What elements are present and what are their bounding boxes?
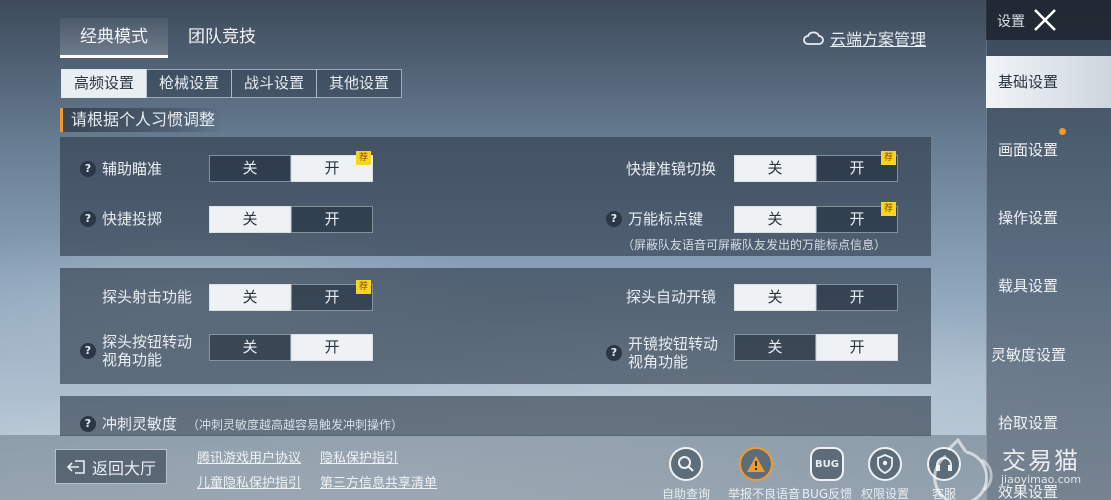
setting-peek-fire: ? 探头射击功能 — [80, 288, 192, 306]
quick-throw-toggle: 关 开 — [209, 206, 373, 233]
help-icon[interactable]: ? — [80, 211, 96, 227]
help-icon[interactable]: ? — [80, 343, 96, 359]
toggle-on[interactable]: 开 — [291, 334, 373, 361]
recommend-badge: 荐 — [881, 151, 896, 165]
toggle-on[interactable]: 开 — [291, 206, 373, 233]
setting-quick-throw: ? 快捷投掷 — [80, 210, 162, 228]
back-to-lobby-label: 返回大厅 — [91, 458, 156, 478]
search-icon — [669, 447, 703, 481]
scope-switch-toggle: 关 开荐 — [734, 151, 898, 182]
cloud-scheme-button[interactable]: 云端方案管理 — [802, 26, 926, 50]
scope-button-rotate-toggle: 关 开 — [734, 334, 898, 361]
toggle-on-label: 开 — [324, 288, 340, 306]
setting-label: 探头射击功能 — [102, 288, 193, 306]
notification-dot — [1059, 128, 1066, 135]
help-icon[interactable]: ? — [606, 345, 622, 361]
toggle-on[interactable]: 开荐 — [816, 202, 898, 233]
marker-key-toggle: 关 开荐 — [734, 202, 898, 233]
marker-key-note: （屏蔽队友语音可屏蔽队友发出的万能标点信息） — [622, 238, 887, 252]
sidebar-item-controls[interactable]: 操作设置 — [986, 192, 1111, 244]
toggle-on[interactable]: 开 — [816, 334, 898, 361]
link-child-privacy[interactable]: 儿童隐私保护指引 — [197, 472, 301, 491]
toggle-on[interactable]: 开 — [816, 284, 898, 311]
tab-combat[interactable]: 战斗设置 — [231, 69, 317, 98]
toggle-off[interactable]: 关 — [734, 206, 816, 233]
tab-team-deathmatch[interactable]: 团队竞技 — [168, 18, 276, 58]
bug-feedback-label: BUG反馈 — [801, 487, 853, 500]
setting-peek-auto-scope: 探头自动开镜 — [626, 288, 716, 306]
bug-feedback-button[interactable]: BUG BUG反馈 — [799, 447, 855, 500]
sidebar-item-sensitivity[interactable]: 灵敏度设置 — [986, 329, 1111, 381]
toggle-on[interactable]: 开荐 — [816, 151, 898, 182]
setting-marker-key: ? 万能标点键 — [606, 210, 703, 228]
tab-classic-mode[interactable]: 经典模式 — [60, 18, 168, 58]
toggle-off[interactable]: 关 — [209, 155, 291, 182]
toggle-off[interactable]: 关 — [209, 206, 291, 233]
section-hint: 请根据个人习惯调整 — [60, 108, 224, 132]
setting-label: 探头按钮转动 视角功能 — [102, 333, 193, 369]
setting-label: 冲刺灵敏度 — [102, 415, 178, 433]
exit-icon — [66, 459, 85, 474]
setting-scope-button-rotate: ? 开镜按钮转动 视角功能 — [606, 335, 718, 371]
toggle-on[interactable]: 开荐 — [291, 151, 373, 182]
permission-settings-button[interactable]: 权限设置 — [857, 447, 913, 500]
tab-high-frequency[interactable]: 高频设置 — [61, 69, 147, 98]
toggle-on-label: 开 — [324, 159, 340, 177]
peek-auto-scope-toggle: 关 开 — [734, 284, 898, 311]
recommend-badge: 荐 — [356, 280, 371, 294]
peek-button-rotate-toggle: 关 开 — [209, 334, 373, 361]
setting-label: 快捷投掷 — [102, 210, 163, 228]
tab-other[interactable]: 其他设置 — [316, 69, 402, 98]
tab-weapon[interactable]: 枪械设置 — [146, 69, 232, 98]
help-icon[interactable]: ? — [80, 416, 96, 432]
toggle-off[interactable]: 关 — [209, 284, 291, 311]
permission-settings-label: 权限设置 — [860, 487, 909, 500]
help-icon[interactable]: ? — [606, 211, 622, 227]
help-icon[interactable]: ? — [80, 161, 96, 177]
mode-tabs: 经典模式 团队竞技 — [60, 18, 276, 58]
link-user-agreement[interactable]: 腾讯游戏用户协议 — [197, 447, 301, 466]
close-icon[interactable] — [1032, 8, 1058, 32]
setting-scope-switch: 快捷准镜切换 — [626, 160, 716, 178]
cloud-icon — [803, 31, 824, 45]
toggle-on-label: 开 — [849, 210, 865, 228]
sidebar-item-basic[interactable]: 基础设置 — [986, 56, 1111, 108]
setting-label: 快捷准镜切换 — [626, 160, 717, 178]
aim-assist-toggle: 关 开荐 — [209, 151, 373, 182]
toggle-off[interactable]: 关 — [734, 284, 816, 311]
recommend-badge: 荐 — [356, 151, 371, 165]
toggle-off[interactable]: 关 — [209, 334, 291, 361]
sprint-sensitivity-note: （冲刺灵敏度越高越容易触发冲刺操作） — [187, 417, 404, 432]
watermark-url: jiaoyimao.com — [1001, 473, 1082, 486]
watermark-text: 交易猫 — [1002, 447, 1080, 475]
setting-peek-button-rotate: ? 探头按钮转动 视角功能 — [80, 333, 192, 369]
sub-tabs: 高频设置 枪械设置 战斗设置 其他设置 — [61, 69, 402, 98]
toggle-off[interactable]: 关 — [734, 155, 816, 182]
setting-sprint-sensitivity: ? 冲刺灵敏度 （冲刺灵敏度越高越容易触发冲刺操作） — [80, 415, 403, 433]
setting-label: 开镜按钮转动 视角功能 — [628, 335, 719, 371]
report-voice-label: 举报不良语音 — [728, 487, 801, 500]
shield-icon — [868, 447, 902, 481]
self-query-button[interactable]: 自助查询 — [658, 447, 714, 500]
link-third-party-list[interactable]: 第三方信息共享清单 — [320, 472, 437, 491]
cloud-scheme-label: 云端方案管理 — [830, 30, 927, 49]
report-voice-button[interactable]: 举报不良语音 — [728, 447, 801, 500]
peek-fire-toggle: 关 开荐 — [209, 280, 373, 311]
warning-icon — [739, 447, 773, 481]
back-to-lobby-button[interactable]: 返回大厅 — [55, 449, 167, 484]
self-query-label: 自助查询 — [661, 487, 710, 500]
setting-label: 万能标点键 — [628, 210, 704, 228]
setting-aim-assist: ? 辅助瞄准 — [80, 160, 162, 178]
sidebar-item-vehicle[interactable]: 载具设置 — [986, 260, 1111, 312]
toggle-on-label: 开 — [849, 159, 865, 177]
link-privacy-guide[interactable]: 隐私保护指引 — [320, 447, 398, 466]
toggle-off[interactable]: 关 — [734, 334, 816, 361]
setting-label: 辅助瞄准 — [102, 160, 163, 178]
recommend-badge: 荐 — [881, 202, 896, 216]
sidebar-title: 设置 — [997, 14, 1025, 30]
toggle-on[interactable]: 开荐 — [291, 280, 373, 311]
bug-icon: BUG — [810, 447, 844, 481]
setting-label: 探头自动开镜 — [626, 288, 717, 306]
sidebar-item-graphics[interactable]: 画面设置 — [986, 124, 1111, 176]
